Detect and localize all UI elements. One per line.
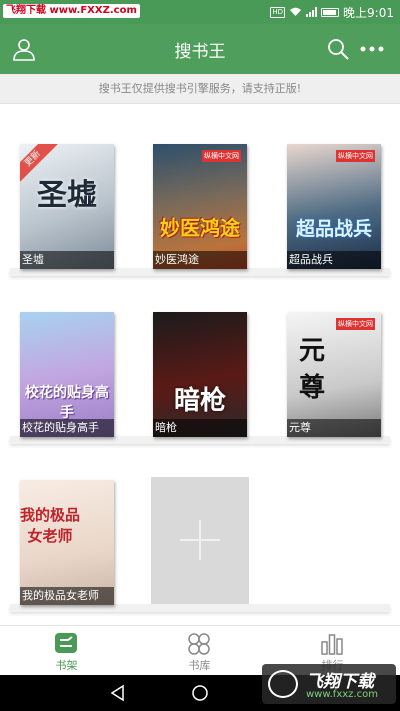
book-cover[interactable]: 我的极品女老师 我的极品女老师 bbox=[20, 480, 114, 605]
status-icons: HD 晚上9:01 bbox=[270, 0, 394, 24]
book-title: 校花的贴身高手 bbox=[20, 419, 114, 437]
site-watermark: 飞翔下载 www.fxxz.com bbox=[262, 664, 396, 704]
tab-label: 书架 bbox=[55, 659, 78, 672]
cover-title: 我的极品女老师 bbox=[20, 506, 81, 545]
network-type: HD bbox=[270, 6, 286, 18]
search-icon[interactable] bbox=[326, 37, 350, 61]
tab-library[interactable]: 书库 bbox=[133, 626, 266, 676]
chart-icon bbox=[321, 634, 343, 655]
cover-title: 暗枪 bbox=[173, 386, 226, 416]
tab-bookshelf[interactable]: 书架 bbox=[0, 626, 133, 676]
clock: 晚上9:01 bbox=[343, 5, 394, 20]
tab-label: 书库 bbox=[188, 659, 211, 672]
book-cover[interactable]: 校花的贴身高手 校花的贴身高手 bbox=[20, 312, 114, 437]
grid-icon bbox=[188, 633, 210, 655]
book-cover[interactable]: 纵横中文网 妙医鸿途 妙医鸿途 bbox=[153, 144, 247, 269]
cover-title: 妙医鸿途 bbox=[160, 216, 240, 240]
plus-icon bbox=[199, 520, 201, 560]
publisher-badge: 纵横中文网 bbox=[336, 318, 375, 330]
logo-icon bbox=[268, 670, 298, 698]
home-icon[interactable] bbox=[191, 684, 209, 702]
cover-title: 元尊 bbox=[298, 336, 325, 403]
app-bar: 搜书王 bbox=[0, 24, 400, 74]
cover-title: 校花的贴身高手 bbox=[25, 385, 109, 421]
book-title: 暗枪 bbox=[153, 419, 247, 437]
book-title: 超品战兵 bbox=[287, 251, 381, 269]
book-title: 元尊 bbox=[287, 419, 381, 437]
battery-icon bbox=[321, 7, 340, 17]
book-cover[interactable]: 更新 圣墟 圣墟 bbox=[20, 144, 114, 269]
bookshelf-icon bbox=[55, 633, 77, 653]
watermark-url: www.fxxz.com bbox=[306, 689, 378, 700]
book-title: 圣墟 bbox=[20, 251, 114, 269]
status-bar: 飞翔下载 www.FXXZ.com HD 晚上9:01 bbox=[0, 0, 400, 24]
shelf-plank bbox=[10, 604, 390, 612]
book-cover[interactable]: 纵横中文网 超品战兵 超品战兵 bbox=[287, 144, 381, 269]
book-title: 妙医鸿途 bbox=[153, 251, 247, 269]
cover-title: 圣墟 bbox=[37, 178, 97, 213]
add-book-button[interactable] bbox=[151, 477, 249, 604]
book-title: 我的极品女老师 bbox=[20, 587, 114, 605]
shelf-plank bbox=[10, 436, 390, 444]
copyright-notice: 搜书王仅提供搜书引擎服务，请支持正版! bbox=[0, 74, 400, 104]
wifi-icon bbox=[290, 7, 302, 16]
book-cover[interactable]: 暗枪 暗枪 bbox=[153, 312, 247, 437]
cover-title: 超品战兵 bbox=[295, 218, 372, 240]
back-icon[interactable] bbox=[109, 684, 127, 702]
watermark-badge: 飞翔下载 www.FXXZ.com bbox=[3, 4, 140, 18]
more-icon[interactable] bbox=[358, 37, 386, 61]
publisher-badge: 纵横中文网 bbox=[336, 150, 375, 162]
publisher-badge: 纵横中文网 bbox=[202, 150, 241, 162]
signal-icon bbox=[306, 7, 318, 17]
shelf-plank bbox=[10, 268, 390, 276]
book-cover[interactable]: 纵横中文网 元尊 元尊 bbox=[287, 312, 381, 437]
